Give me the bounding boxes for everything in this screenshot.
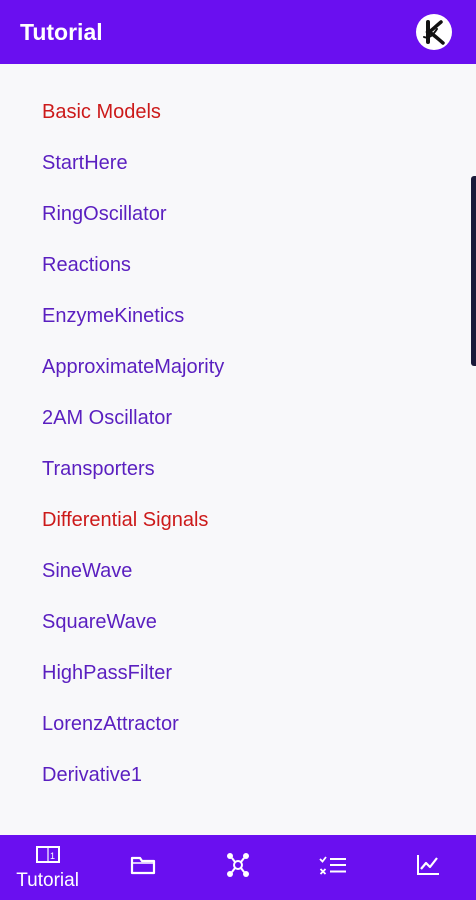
section-header-differential-signals: Differential Signals bbox=[42, 509, 209, 531]
list-item-ringoscillator[interactable]: RingOscillator bbox=[42, 203, 166, 226]
list-item-sinewave[interactable]: SineWave bbox=[42, 560, 132, 583]
list-item-derivative1[interactable]: Derivative1 bbox=[42, 764, 142, 787]
nav-item-checklist[interactable] bbox=[286, 835, 381, 900]
app-bar: Tutorial bbox=[0, 0, 476, 64]
nav-item-chart[interactable] bbox=[381, 835, 476, 900]
app-screen: Tutorial Basic Models StartHere RingOsci… bbox=[0, 0, 476, 900]
network-icon bbox=[225, 852, 251, 883]
tutorial-book-icon: 1 bbox=[35, 845, 61, 870]
nav-item-files[interactable] bbox=[95, 835, 190, 900]
section-header-basic-models: Basic Models bbox=[42, 101, 161, 123]
list-item-squarewave[interactable]: SquareWave bbox=[42, 611, 157, 634]
list-item-lorenzattractor[interactable]: LorenzAttractor bbox=[42, 713, 179, 736]
nav-item-network[interactable] bbox=[190, 835, 285, 900]
list-item-reactions[interactable]: Reactions bbox=[42, 254, 131, 277]
folder-icon bbox=[130, 854, 156, 881]
svg-text:1: 1 bbox=[50, 851, 55, 861]
list-item-approximatemajority[interactable]: ApproximateMajority bbox=[42, 356, 224, 379]
scrollbar[interactable] bbox=[471, 176, 476, 366]
list-item-starthere[interactable]: StartHere bbox=[42, 152, 128, 175]
page-title: Tutorial bbox=[20, 18, 103, 45]
list-item-enzymekinetics[interactable]: EnzymeKinetics bbox=[42, 305, 184, 328]
checklist-icon bbox=[318, 854, 348, 881]
list-item-highpassfilter[interactable]: HighPassFilter bbox=[42, 662, 172, 685]
list-item-2am-oscillator[interactable]: 2AM Oscillator bbox=[42, 407, 172, 430]
bottom-nav: 1 Tutorial bbox=[0, 835, 476, 900]
list-item-transporters[interactable]: Transporters bbox=[42, 458, 155, 481]
chart-icon bbox=[415, 853, 441, 882]
kaemika-logo-icon[interactable] bbox=[416, 14, 452, 50]
tutorial-list: Basic Models StartHere RingOscillator Re… bbox=[0, 64, 476, 835]
nav-label-tutorial: Tutorial bbox=[16, 869, 79, 891]
nav-item-tutorial[interactable]: 1 Tutorial bbox=[0, 835, 95, 900]
